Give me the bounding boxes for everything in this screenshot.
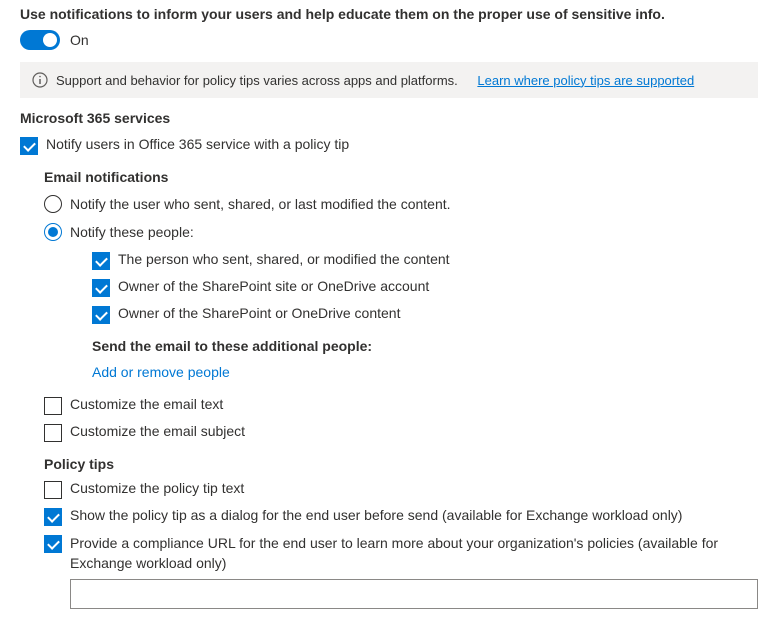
compliance-url-input[interactable]	[70, 579, 758, 609]
notifications-toggle-row: On	[20, 30, 758, 50]
radio-notify-people[interactable]	[44, 223, 62, 241]
cb-compliance-url-row: Provide a compliance URL for the end use…	[44, 534, 758, 609]
notify-office365-checkbox[interactable]	[20, 137, 38, 155]
cb-content-owner[interactable]	[92, 306, 110, 324]
info-bar: Support and behavior for policy tips var…	[20, 62, 758, 98]
notify-office365-label: Notify users in Office 365 service with …	[46, 136, 349, 152]
notifications-toggle-label: On	[70, 32, 89, 48]
cb-custom-tip-row: Customize the policy tip text	[44, 480, 758, 499]
additional-people-heading: Send the email to these additional peopl…	[92, 338, 758, 354]
policy-tips-heading: Policy tips	[44, 456, 758, 472]
m365-services-heading: Microsoft 365 services	[20, 110, 758, 126]
cb-site-owner-row: Owner of the SharePoint site or OneDrive…	[92, 278, 758, 297]
cb-content-owner-label: Owner of the SharePoint or OneDrive cont…	[118, 305, 400, 321]
cb-custom-tip-label: Customize the policy tip text	[70, 480, 244, 496]
cb-custom-email-subject[interactable]	[44, 424, 62, 442]
cb-site-owner[interactable]	[92, 279, 110, 297]
info-icon	[32, 72, 48, 88]
cb-content-owner-row: Owner of the SharePoint or OneDrive cont…	[92, 305, 758, 324]
cb-dialog-row: Show the policy tip as a dialog for the …	[44, 507, 758, 526]
cb-dialog-label: Show the policy tip as a dialog for the …	[70, 507, 682, 523]
info-bar-link[interactable]: Learn where policy tips are supported	[477, 73, 694, 88]
cb-dialog[interactable]	[44, 508, 62, 526]
cb-site-owner-label: Owner of the SharePoint site or OneDrive…	[118, 278, 429, 294]
notifications-toggle[interactable]	[20, 30, 60, 50]
toggle-knob	[43, 33, 57, 47]
radio-notify-user-label: Notify the user who sent, shared, or las…	[70, 196, 451, 212]
radio-notify-people-label: Notify these people:	[70, 224, 194, 240]
cb-custom-email-subject-label: Customize the email subject	[70, 423, 245, 439]
cb-custom-tip[interactable]	[44, 481, 62, 499]
cb-custom-email-text-row: Customize the email text	[44, 396, 758, 415]
cb-compliance-url-label: Provide a compliance URL for the end use…	[70, 535, 718, 571]
cb-person[interactable]	[92, 252, 110, 270]
cb-person-label: The person who sent, shared, or modified…	[118, 251, 450, 267]
cb-compliance-url[interactable]	[44, 535, 62, 553]
email-notifications-heading: Email notifications	[44, 169, 758, 185]
radio-row-notify-user: Notify the user who sent, shared, or las…	[44, 195, 758, 213]
notify-office365-row: Notify users in Office 365 service with …	[20, 136, 758, 155]
cb-custom-email-text-label: Customize the email text	[70, 396, 223, 412]
page-title: Use notifications to inform your users a…	[20, 6, 758, 22]
radio-row-notify-people: Notify these people:	[44, 223, 758, 241]
info-bar-text: Support and behavior for policy tips var…	[56, 73, 458, 88]
cb-custom-email-text[interactable]	[44, 397, 62, 415]
radio-notify-user[interactable]	[44, 195, 62, 213]
cb-custom-email-subject-row: Customize the email subject	[44, 423, 758, 442]
add-remove-people-link[interactable]: Add or remove people	[92, 364, 230, 380]
cb-person-row: The person who sent, shared, or modified…	[92, 251, 758, 270]
